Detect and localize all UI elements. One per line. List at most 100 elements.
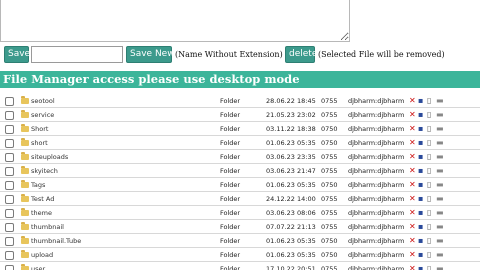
rename-icon[interactable]: ▬	[436, 136, 444, 150]
delete-icon[interactable]: ✕	[409, 164, 416, 178]
copy-icon[interactable]: ▯	[427, 150, 431, 164]
row-checkbox[interactable]	[5, 111, 14, 120]
row-checkbox[interactable]	[5, 237, 14, 246]
rename-icon[interactable]: ▬	[436, 206, 444, 220]
rename-icon[interactable]: ▬	[436, 178, 444, 192]
file-name-link[interactable]: service	[31, 108, 54, 122]
copy-icon[interactable]: ▯	[427, 122, 431, 136]
delete-icon[interactable]: ✕	[409, 178, 416, 192]
rename-icon[interactable]: ▬	[436, 108, 444, 122]
file-editor-textarea[interactable]	[0, 0, 350, 42]
copy-icon[interactable]: ▯	[427, 178, 431, 192]
copy-icon[interactable]: ▯	[427, 220, 431, 234]
move-icon[interactable]: ▪	[418, 122, 423, 136]
file-name-link[interactable]: Tags	[31, 178, 45, 192]
file-name-link[interactable]: user	[31, 262, 45, 270]
copy-icon[interactable]: ▯	[427, 206, 431, 220]
move-icon[interactable]: ▪	[418, 192, 423, 206]
file-name-link[interactable]: skyitech	[31, 164, 58, 178]
rename-icon[interactable]: ▬	[436, 234, 444, 248]
copy-icon[interactable]: ▯	[427, 108, 431, 122]
row-checkbox[interactable]	[5, 181, 14, 190]
move-icon[interactable]: ▪	[418, 94, 423, 108]
row-checkbox[interactable]	[5, 195, 14, 204]
file-permissions[interactable]: 0755	[321, 150, 338, 164]
copy-icon[interactable]: ▯	[427, 262, 431, 270]
copy-icon[interactable]: ▯	[427, 164, 431, 178]
file-permissions[interactable]: 0750	[321, 122, 338, 136]
move-icon[interactable]: ▪	[418, 178, 423, 192]
file-permissions[interactable]: 0755	[321, 220, 338, 234]
delete-icon[interactable]: ✕	[409, 136, 416, 150]
file-permissions[interactable]: 0755	[321, 94, 338, 108]
row-checkbox[interactable]	[5, 167, 14, 176]
copy-icon[interactable]: ▯	[427, 234, 431, 248]
file-name-link[interactable]: Short	[31, 122, 48, 136]
move-icon[interactable]: ▪	[418, 136, 423, 150]
file-permissions[interactable]: 0755	[321, 206, 338, 220]
delete-icon[interactable]: ✕	[409, 192, 416, 206]
folder-icon	[21, 110, 29, 118]
row-checkbox[interactable]	[5, 251, 14, 260]
copy-icon[interactable]: ▯	[427, 248, 431, 262]
delete-icon[interactable]: ✕	[409, 248, 416, 262]
file-permissions[interactable]: 0755	[321, 192, 338, 206]
delete-icon[interactable]: ✕	[409, 234, 416, 248]
file-permissions[interactable]: 0750	[321, 178, 338, 192]
file-permissions[interactable]: 0755	[321, 262, 338, 270]
row-checkbox[interactable]	[5, 223, 14, 232]
move-icon[interactable]: ▪	[418, 164, 423, 178]
file-name-link[interactable]: Test Ad	[31, 192, 54, 206]
file-type: Folder	[220, 111, 241, 119]
file-permissions[interactable]: 0750	[321, 248, 338, 262]
delete-icon[interactable]: ✕	[409, 262, 416, 270]
save-new-button[interactable]: Save New	[126, 46, 175, 63]
copy-icon[interactable]: ▯	[427, 136, 431, 150]
file-permissions[interactable]: 0755	[321, 108, 338, 122]
delete-button[interactable]: delete	[285, 46, 317, 63]
move-icon[interactable]: ▪	[418, 108, 423, 122]
delete-icon[interactable]: ✕	[409, 150, 416, 164]
rename-icon[interactable]: ▬	[436, 164, 444, 178]
rename-icon[interactable]: ▬	[436, 94, 444, 108]
row-checkbox[interactable]	[5, 209, 14, 218]
delete-icon[interactable]: ✕	[409, 220, 416, 234]
rename-icon[interactable]: ▬	[436, 192, 444, 206]
new-file-name-input[interactable]	[31, 46, 123, 63]
file-name-link[interactable]: seotool	[31, 94, 55, 108]
move-icon[interactable]: ▪	[418, 248, 423, 262]
rename-icon[interactable]: ▬	[436, 220, 444, 234]
file-permissions[interactable]: 0750	[321, 136, 338, 150]
file-name-link[interactable]: theme	[31, 206, 52, 220]
move-icon[interactable]: ▪	[418, 206, 423, 220]
save-button[interactable]: Save	[4, 46, 30, 63]
row-checkbox[interactable]	[5, 125, 14, 134]
row-checkbox[interactable]	[5, 97, 14, 106]
file-permissions[interactable]: 0755	[321, 164, 338, 178]
file-name-link[interactable]: siteuploads	[31, 150, 68, 164]
delete-icon[interactable]: ✕	[409, 94, 416, 108]
delete-icon[interactable]: ✕	[409, 206, 416, 220]
file-name-link[interactable]: thumbnail	[31, 220, 64, 234]
file-name-link[interactable]: upload	[31, 248, 53, 262]
row-checkbox[interactable]	[5, 139, 14, 148]
move-icon[interactable]: ▪	[418, 262, 423, 270]
file-date: 03.06.23 08:06	[266, 209, 316, 217]
file-name-link[interactable]: short	[31, 136, 48, 150]
row-checkbox[interactable]	[5, 153, 14, 162]
copy-icon[interactable]: ▯	[427, 192, 431, 206]
move-icon[interactable]: ▪	[418, 150, 423, 164]
move-icon[interactable]: ▪	[418, 234, 423, 248]
file-date: 17.10.22 20:51	[266, 265, 316, 270]
move-icon[interactable]: ▪	[418, 220, 423, 234]
rename-icon[interactable]: ▬	[436, 248, 444, 262]
file-name-link[interactable]: thumbnail.Tube	[31, 234, 81, 248]
delete-icon[interactable]: ✕	[409, 108, 416, 122]
rename-icon[interactable]: ▬	[436, 262, 444, 270]
copy-icon[interactable]: ▯	[427, 94, 431, 108]
rename-icon[interactable]: ▬	[436, 122, 444, 136]
file-permissions[interactable]: 0750	[321, 234, 338, 248]
delete-icon[interactable]: ✕	[409, 122, 416, 136]
row-checkbox[interactable]	[5, 265, 14, 270]
rename-icon[interactable]: ▬	[436, 150, 444, 164]
